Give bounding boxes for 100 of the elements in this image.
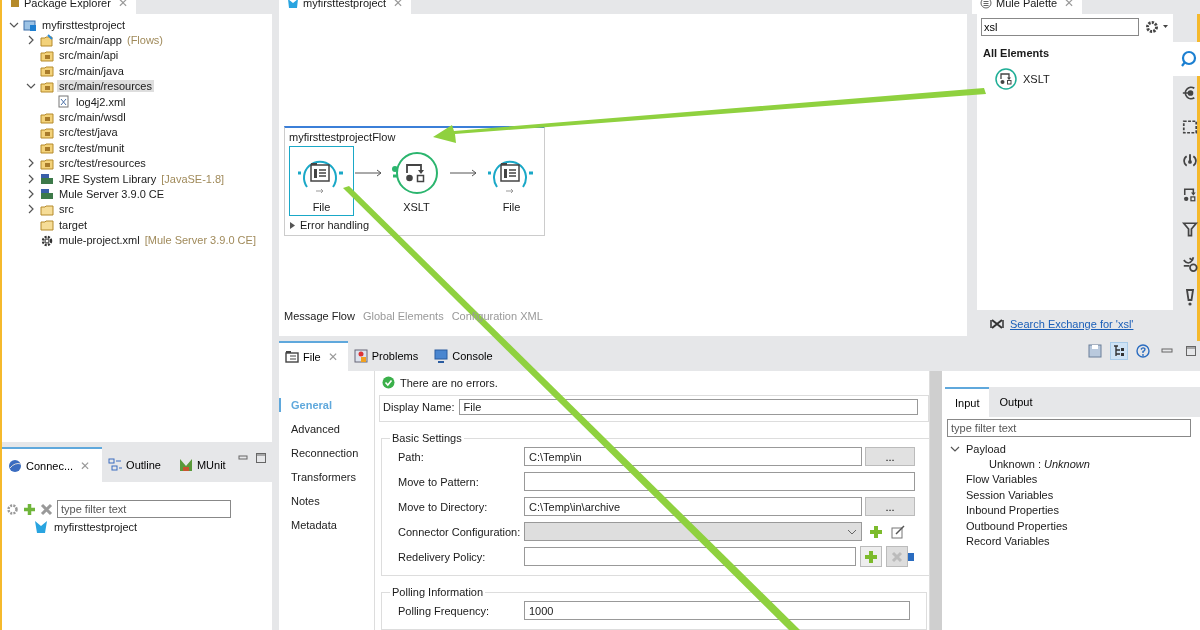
exchange-link[interactable]: Search Exchange for 'xsl' bbox=[1010, 318, 1134, 330]
nav-item[interactable]: Metadata bbox=[279, 518, 374, 532]
mule-icon bbox=[34, 520, 48, 534]
globe-icon bbox=[8, 458, 22, 473]
exclamation-icon bbox=[1185, 288, 1194, 306]
tree-item[interactable]: Payload bbox=[964, 442, 1008, 455]
panel-tab[interactable]: Problems bbox=[347, 341, 429, 371]
text-field[interactable] bbox=[524, 547, 856, 566]
status-message: There are no errors. bbox=[400, 376, 498, 389]
field-label: Move to Directory: bbox=[397, 500, 489, 513]
tree-item[interactable]: log4j2.xml bbox=[74, 95, 128, 108]
panel-tab[interactable]: Outline bbox=[102, 447, 173, 482]
browse-button[interactable]: ... bbox=[865, 447, 915, 466]
add-icon bbox=[864, 549, 878, 564]
tree-item[interactable]: JRE System Library bbox=[57, 172, 159, 185]
flow-node[interactable]: XSLT bbox=[384, 146, 449, 216]
flow-node[interactable]: File bbox=[479, 146, 544, 216]
nav-item[interactable]: Advanced bbox=[279, 422, 374, 436]
transform-icon bbox=[995, 68, 1017, 90]
metadata-tab[interactable]: Input bbox=[945, 387, 990, 417]
field-label: Display Name: bbox=[383, 401, 455, 413]
help-icon bbox=[1136, 344, 1150, 358]
gear-icon[interactable] bbox=[6, 502, 19, 516]
view-tab[interactable]: Message Flow bbox=[284, 310, 355, 322]
nav-item[interactable]: Notes bbox=[279, 494, 374, 508]
tree-item[interactable]: Inbound Properties bbox=[964, 504, 1061, 517]
delete-icon[interactable] bbox=[40, 502, 53, 516]
section-heading: All Elements bbox=[983, 47, 1051, 59]
tree-item[interactable]: src/main/app bbox=[57, 34, 124, 47]
tree-item[interactable]: mule-project.xml bbox=[57, 234, 142, 247]
flow-node-label: File bbox=[312, 201, 331, 213]
flow-node-label: File bbox=[502, 201, 521, 213]
tree-item[interactable]: src/test/resources bbox=[57, 157, 148, 170]
panel-tab[interactable]: MUnit bbox=[172, 447, 238, 482]
palette-item[interactable]: XSLT bbox=[995, 68, 1169, 90]
tree-item-note: (Flows) bbox=[127, 34, 164, 47]
edit-icon[interactable] bbox=[891, 524, 905, 539]
nav-item[interactable]: Reconnection bbox=[279, 446, 374, 460]
library-icon bbox=[40, 187, 54, 201]
flow-title: myfirsttestprojectFlow bbox=[289, 131, 397, 143]
tree-item-note: [JavaSE-1.8] bbox=[161, 172, 225, 185]
tree-item[interactable]: Outbound Properties bbox=[964, 519, 1070, 532]
scrollbar[interactable] bbox=[929, 371, 942, 630]
nav-item[interactable]: Transformers bbox=[279, 470, 374, 484]
settings-icon[interactable] bbox=[1145, 20, 1169, 34]
filter-field[interactable]: type filter text bbox=[57, 500, 231, 518]
text-field[interactable]: C:\Temp\in bbox=[524, 447, 862, 466]
info-icon bbox=[908, 552, 914, 561]
arrow-connector bbox=[449, 168, 479, 178]
browse-button[interactable]: ... bbox=[865, 497, 915, 516]
group-title: Polling Information bbox=[391, 586, 485, 598]
field-label: Connector Configuration: bbox=[397, 525, 522, 538]
field-label: Redelivery Policy: bbox=[397, 550, 487, 563]
panel-tab[interactable]: Console bbox=[428, 341, 503, 371]
display-name-field[interactable]: File bbox=[458, 399, 918, 415]
arrow-connector bbox=[354, 168, 384, 178]
tree-item[interactable]: src/main/java bbox=[57, 64, 126, 77]
tree-item[interactable]: myfirsttestproject bbox=[54, 521, 138, 533]
panel-tab[interactable]: File ✕ bbox=[279, 341, 348, 371]
tree-item[interactable]: Record Variables bbox=[964, 535, 1052, 548]
text-field[interactable] bbox=[524, 472, 915, 491]
tree-item[interactable]: src/test/java bbox=[57, 126, 120, 139]
toolbar-button[interactable] bbox=[1134, 342, 1152, 360]
metadata-tab[interactable]: Output bbox=[989, 387, 1043, 417]
text-field[interactable]: 1000 bbox=[524, 601, 910, 620]
xml-file-icon bbox=[57, 95, 71, 109]
expand-triangle-icon[interactable] bbox=[289, 221, 296, 229]
project-icon bbox=[23, 18, 37, 32]
package-folder-icon bbox=[40, 64, 54, 78]
tree-item[interactable]: Session Variables bbox=[964, 488, 1056, 501]
palette-category-tab[interactable] bbox=[1173, 42, 1200, 76]
search-field[interactable]: xsl bbox=[981, 18, 1139, 36]
toolbar-button[interactable] bbox=[1110, 342, 1128, 360]
filter-field[interactable]: type filter text bbox=[947, 419, 1191, 437]
field-label: Move to Pattern: bbox=[397, 475, 480, 488]
folder-icon bbox=[285, 350, 299, 364]
maximize-icon[interactable] bbox=[255, 453, 266, 463]
package-folder-icon bbox=[40, 141, 54, 155]
close-icon bbox=[891, 550, 903, 563]
tree-item[interactable]: src/main/wsdl bbox=[57, 111, 128, 124]
tree-item[interactable]: src bbox=[57, 203, 76, 216]
minimize-icon[interactable] bbox=[237, 453, 248, 463]
flow-node-label: XSLT bbox=[403, 201, 430, 213]
tree-item[interactable]: myfirsttestproject bbox=[40, 18, 128, 31]
package-folder-icon bbox=[40, 48, 54, 62]
flow-node[interactable]: File bbox=[289, 146, 354, 216]
tree-item[interactable]: Mule Server 3.9.0 CE bbox=[57, 188, 167, 200]
section-label[interactable]: Error handling bbox=[300, 219, 370, 231]
tree-item[interactable]: src/main/resources bbox=[57, 80, 154, 93]
text-field[interactable]: C:\Temp\in\archive bbox=[524, 497, 862, 516]
menu-icon bbox=[980, 0, 992, 9]
tree-item: Unknown : Unknown bbox=[988, 458, 1091, 471]
tree-item[interactable]: target bbox=[57, 218, 90, 231]
tree-item[interactable]: src/main/api bbox=[57, 49, 121, 62]
tree-item[interactable]: Flow Variables bbox=[964, 473, 1040, 486]
folder-icon bbox=[40, 218, 54, 232]
panel-tab[interactable]: Connec... ✕ bbox=[2, 447, 103, 482]
tree-item[interactable]: src/test/munit bbox=[57, 141, 127, 154]
package-folder-icon bbox=[40, 110, 54, 124]
outline-icon bbox=[108, 457, 123, 472]
